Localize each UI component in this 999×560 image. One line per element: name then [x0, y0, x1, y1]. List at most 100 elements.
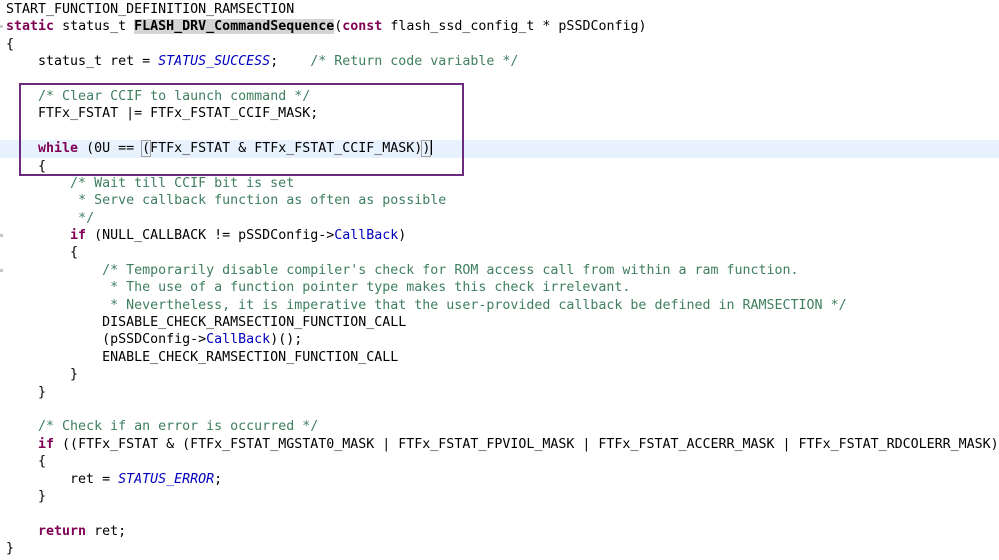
code-token: FLASH_DRV_CommandSequence — [134, 19, 335, 35]
code-token: status_t ret = — [6, 54, 159, 70]
code-line[interactable]: while (0U == (FTFx_FSTAT & FTFx_FSTAT_CC… — [0, 140, 999, 158]
code-token: /* Check if an error is occurred */ — [38, 419, 319, 435]
code-editor[interactable]: START_FUNCTION_DEFINITION_RAMSECTION stat… — [0, 0, 999, 560]
code-token: ((FTFx_FSTAT & (FTFx_FSTAT_MGSTAT0_MASK … — [54, 436, 999, 452]
code-token: ENABLE_CHECK_RAMSECTION_FUNCTION_CALL — [6, 349, 399, 365]
code-token: /* Return code variable */ — [310, 54, 519, 70]
code-token: const — [342, 19, 383, 35]
code-token: ( — [141, 140, 152, 158]
code-token: ) — [398, 228, 407, 244]
fold-marker-icon[interactable] — [0, 269, 3, 272]
code-token: flash_ssd_config_t * pSSDConfig) — [382, 19, 647, 35]
code-token: status_t — [62, 19, 127, 35]
code-line[interactable]: /* Clear CCIF to launch command */ — [6, 88, 999, 105]
code-line[interactable] — [6, 71, 999, 88]
code-token: if — [38, 436, 55, 452]
code-token: )(); — [270, 332, 303, 348]
code-line[interactable]: /* Check if an error is occurred */ — [6, 418, 999, 435]
code-line[interactable]: ret = STATUS_ERROR; — [6, 471, 999, 488]
code-line[interactable]: /* Wait till CCIF bit is set — [6, 175, 999, 192]
code-token: /* Wait till CCIF bit is set — [70, 175, 295, 191]
code-token: FTFx_FSTAT & FTFx_FSTAT_CCIF_MASK) — [150, 141, 423, 157]
code-token: { — [6, 454, 47, 470]
code-line[interactable]: DISABLE_CHECK_RAMSECTION_FUNCTION_CALL — [6, 314, 999, 331]
code-token: } — [6, 384, 47, 400]
code-line[interactable]: (pSSDConfig->CallBack)(); — [6, 331, 999, 348]
code-text-area[interactable]: START_FUNCTION_DEFINITION_RAMSECTION stat… — [0, 1, 999, 558]
code-line[interactable]: */ — [6, 210, 999, 227]
code-token: { — [6, 158, 47, 174]
code-line[interactable] — [6, 505, 999, 522]
code-line[interactable]: * Nevertheless, it is imperative that th… — [6, 297, 999, 314]
code-token: DISABLE_CHECK_RAMSECTION_FUNCTION_CALL — [6, 315, 407, 331]
code-line[interactable]: if ((FTFx_FSTAT & (FTFx_FSTAT_MGSTAT0_MA… — [6, 436, 999, 453]
code-line[interactable]: { — [6, 158, 999, 175]
code-token: } — [6, 541, 15, 557]
code-line[interactable]: /* Temporarily disable compiler's check … — [6, 262, 999, 279]
code-line[interactable]: } — [6, 384, 999, 401]
code-line[interactable]: if (NULL_CALLBACK != pSSDConfig->CallBac… — [6, 227, 999, 244]
code-line[interactable]: { — [6, 244, 999, 261]
code-token: CallBack — [206, 332, 271, 348]
fold-marker-icon[interactable] — [0, 234, 3, 238]
code-token: /* Temporarily disable compiler's check … — [102, 262, 799, 278]
code-line[interactable]: { — [6, 453, 999, 470]
code-line[interactable]: static status_t FLASH_DRV_CommandSequenc… — [6, 18, 999, 35]
code-line[interactable]: return ret; — [6, 523, 999, 540]
code-token: return — [38, 523, 87, 539]
code-token: (NULL_CALLBACK != pSSDConfig-> — [86, 228, 335, 244]
code-line[interactable]: } — [6, 540, 999, 557]
code-token: ; — [214, 471, 223, 487]
code-line[interactable]: } — [6, 366, 999, 383]
code-token: } — [6, 488, 47, 504]
code-token: { — [6, 36, 15, 52]
code-line[interactable] — [6, 401, 999, 418]
code-token: ret = — [6, 471, 119, 487]
code-token: STATUS_SUCCESS — [158, 54, 271, 70]
code-line[interactable]: ENABLE_CHECK_RAMSECTION_FUNCTION_CALL — [6, 349, 999, 366]
text-cursor — [431, 140, 433, 156]
code-token: FTFx_FSTAT |= FTFx_FSTAT_CCIF_MASK; — [6, 106, 319, 122]
code-token: /* Clear CCIF to launch command */ — [38, 88, 311, 104]
code-token: static — [6, 19, 55, 35]
code-token: ret; — [86, 523, 127, 539]
code-token: START_FUNCTION_DEFINITION_RAMSECTION — [6, 2, 295, 17]
code-line[interactable]: * The use of a function pointer type mak… — [6, 279, 999, 296]
code-line[interactable]: FTFx_FSTAT |= FTFx_FSTAT_CCIF_MASK; — [6, 105, 999, 122]
code-token: (pSSDConfig-> — [6, 332, 207, 348]
code-token: { — [6, 245, 79, 261]
code-token: ; — [270, 54, 311, 70]
code-line[interactable]: } — [6, 488, 999, 505]
code-token: } — [6, 367, 79, 383]
code-token: * Nevertheless, it is imperative that th… — [110, 297, 847, 313]
code-line[interactable]: { — [6, 36, 999, 53]
code-token: while — [38, 141, 79, 157]
code-line[interactable]: * Serve callback function as often as po… — [6, 192, 999, 209]
code-token: * The use of a function pointer type mak… — [110, 280, 631, 296]
code-token: ) — [421, 140, 432, 158]
code-token: */ — [78, 210, 95, 226]
code-line[interactable]: status_t ret = STATUS_SUCCESS; /* Return… — [6, 53, 999, 70]
code-line[interactable]: START_FUNCTION_DEFINITION_RAMSECTION — [6, 1, 999, 18]
code-token: CallBack — [334, 228, 399, 244]
code-token: if — [70, 228, 87, 244]
code-token: STATUS_ERROR — [118, 471, 215, 487]
code-token: (0U == — [78, 141, 143, 157]
code-token: * Serve callback function as often as po… — [78, 193, 447, 209]
fold-marker-icon[interactable] — [0, 25, 3, 29]
code-line[interactable] — [6, 123, 999, 140]
